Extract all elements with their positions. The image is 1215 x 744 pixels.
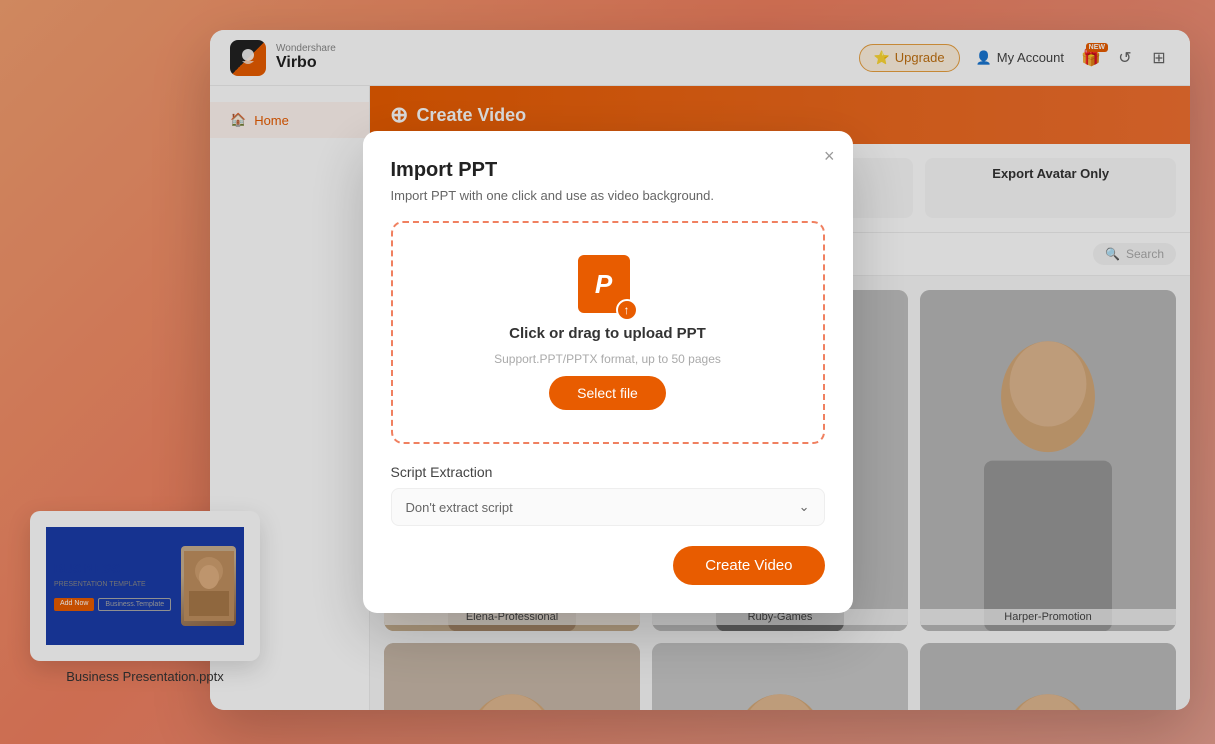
ppt-p-letter: P	[595, 269, 612, 300]
ppt-icon-shape: P ↑	[578, 255, 630, 313]
modal-overlay: × Import PPT Import PPT with one click a…	[0, 0, 1215, 744]
script-extraction-label: Script Extraction	[391, 464, 825, 480]
script-select-value: Don't extract script	[406, 500, 513, 515]
select-file-button[interactable]: Select file	[549, 376, 666, 410]
upload-zone[interactable]: P ↑ Click or drag to upload PPT Support.…	[391, 221, 825, 444]
modal-close-button[interactable]: ×	[824, 147, 835, 165]
script-select-dropdown[interactable]: Don't extract script ⌄	[391, 488, 825, 526]
chevron-down-icon: ⌄	[799, 499, 810, 515]
modal-footer: Create Video	[391, 546, 825, 585]
upload-arrow-icon: ↑	[616, 299, 638, 321]
script-section: Script Extraction Don't extract script ⌄	[391, 464, 825, 526]
upload-icon: P ↑	[578, 255, 638, 315]
upload-hint: Support.PPT/PPTX format, up to 50 pages	[494, 352, 721, 366]
modal-title: Import PPT	[391, 159, 825, 182]
create-video-modal-button[interactable]: Create Video	[673, 546, 824, 585]
import-ppt-modal: × Import PPT Import PPT with one click a…	[363, 131, 853, 613]
upload-text: Click or drag to upload PPT	[509, 325, 706, 342]
modal-subtitle: Import PPT with one click and use as vid…	[391, 188, 825, 203]
